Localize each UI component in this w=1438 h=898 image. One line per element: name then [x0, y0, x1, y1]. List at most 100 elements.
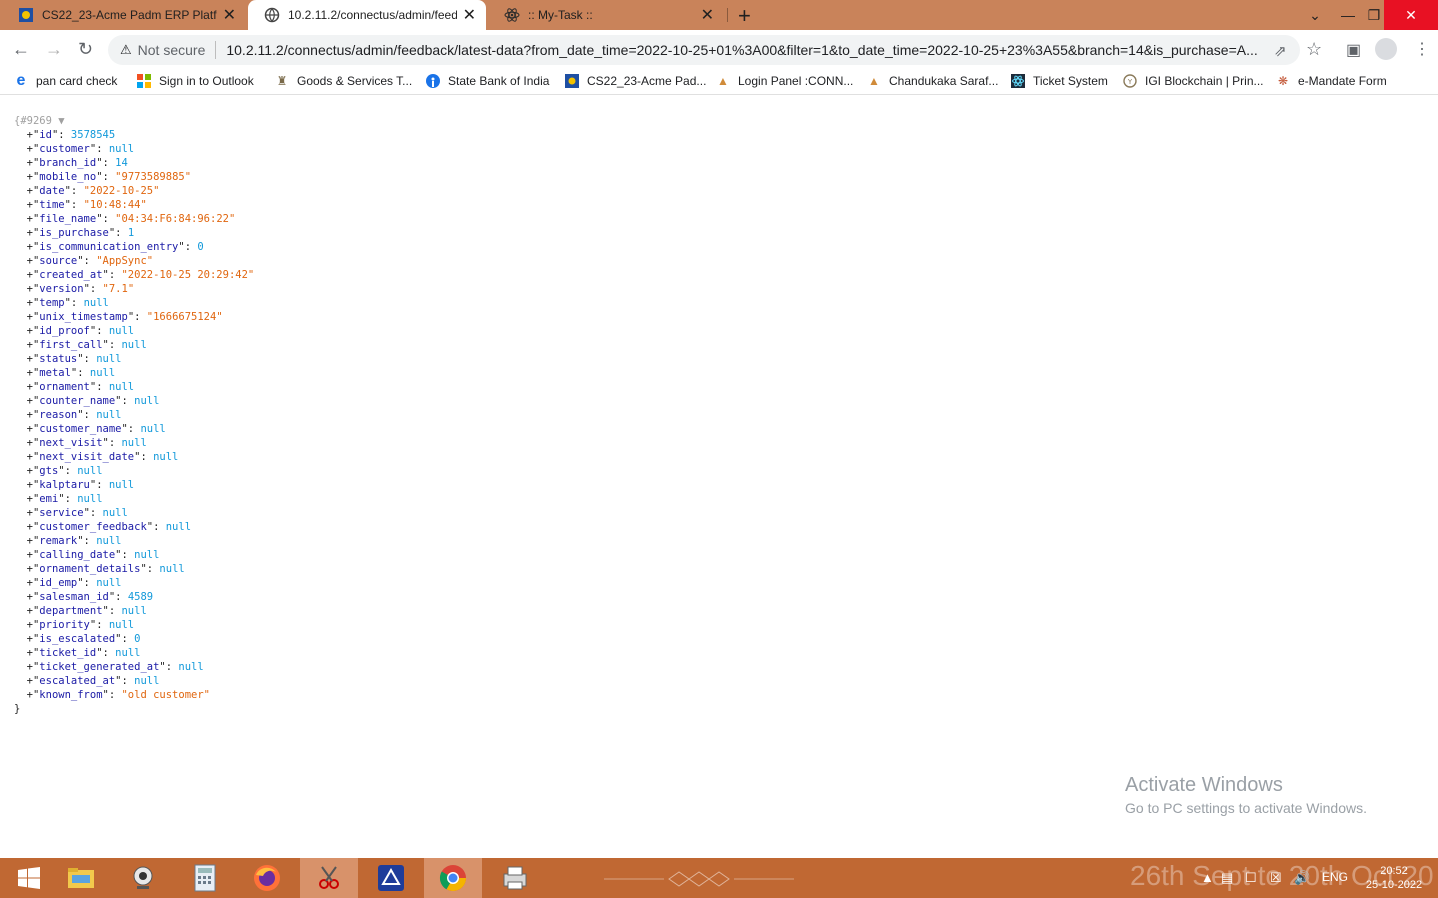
bookmark-item[interactable]: ❋ e-Mandate Form: [1276, 74, 1387, 88]
decorative-ornament-icon: [604, 871, 794, 887]
start-button[interactable]: [0, 858, 58, 898]
json-field-separator: ":: [146, 521, 166, 533]
bookmark-item[interactable]: State Bank of India: [426, 74, 549, 88]
close-icon[interactable]: ✕: [701, 5, 714, 25]
json-field-row: +"id": 3578545: [14, 128, 254, 142]
tab-feedback[interactable]: 10.2.11.2/connectus/admin/feed ✕: [248, 0, 486, 30]
json-field-prefix: +": [14, 619, 40, 631]
json-field-value: "1666675124": [146, 311, 223, 323]
bookmark-item[interactable]: CS22_23-Acme Pad...: [565, 74, 706, 88]
json-field-value: 0: [134, 633, 141, 645]
clock-date: 25-10-2022: [1365, 879, 1423, 891]
json-field-prefix: +": [14, 283, 40, 295]
bookmark-item[interactable]: e pan card check: [14, 73, 118, 89]
json-field-row: +"gts": null: [14, 464, 254, 478]
tab-search-button[interactable]: ⌄: [1300, 0, 1330, 30]
printer-taskbar[interactable]: [486, 858, 544, 898]
json-field-key: status: [39, 353, 78, 365]
battery-icon[interactable]: ☒: [1270, 870, 1282, 886]
tab-my-task[interactable]: :: My-Task :: ✕: [488, 0, 724, 30]
json-object-toggle[interactable]: {#9269 ▼: [14, 115, 65, 127]
profile-avatar[interactable]: [1375, 38, 1397, 60]
chevron-up-icon[interactable]: ▲: [1201, 870, 1214, 885]
bookmark-item[interactable]: Sign in to Outlook: [137, 74, 254, 88]
json-field-key: salesman_id: [39, 591, 109, 603]
bookmark-label: CS22_23-Acme Pad...: [587, 74, 707, 88]
json-field-separator: ":: [70, 367, 90, 379]
bookmark-item[interactable]: ▲ Chandukaka Saraf...: [867, 74, 998, 88]
back-arrow-icon[interactable]: ←: [12, 39, 30, 60]
close-icon[interactable]: ✕: [223, 5, 236, 25]
camera-taskbar[interactable]: [114, 858, 172, 898]
snipping-tool-taskbar[interactable]: [300, 858, 358, 898]
new-tab-button[interactable]: +: [738, 3, 751, 29]
json-field-separator: ":: [89, 325, 109, 337]
system-clock[interactable]: 20:52 25-10-2022: [1356, 864, 1432, 892]
json-field-value: 0: [197, 241, 204, 253]
url-text[interactable]: 10.2.11.2/connectus/admin/feedback/lates…: [226, 42, 1266, 58]
json-field-prefix: +": [14, 143, 40, 155]
json-field-row: +"created_at": "2022-10-25 20:29:42": [14, 268, 255, 282]
json-field-separator: ":: [89, 619, 109, 631]
json-field-row: +"next_visit_date": null: [14, 450, 254, 464]
json-field-key: ornament_details: [39, 563, 141, 575]
json-field-value: null: [134, 395, 160, 407]
volume-icon[interactable]: 🔊: [1294, 870, 1310, 886]
star-icon[interactable]: ☆: [1306, 39, 1322, 60]
warning-icon[interactable]: ⚠: [120, 42, 132, 58]
bookmark-item[interactable]: ♜ Goods & Services T...: [275, 74, 413, 88]
omnibox-divider: [215, 41, 217, 59]
tab-erp[interactable]: CS22_23-Acme Padm ERP Platfor ✕: [2, 0, 246, 30]
json-field-prefix: +": [14, 563, 40, 575]
menu-dots-icon[interactable]: ⋮: [1414, 39, 1430, 59]
json-field-separator: ":: [51, 129, 71, 141]
json-field-value: null: [83, 297, 109, 309]
firefox-taskbar[interactable]: [238, 858, 296, 898]
network-icon[interactable]: ▤: [1221, 870, 1233, 886]
json-field-separator: ":: [58, 493, 78, 505]
json-field-separator: ":: [134, 451, 154, 463]
bookmark-item[interactable]: Ticket System: [1011, 74, 1108, 88]
json-field-row: +"department": null: [14, 604, 254, 618]
bookmark-label: Ticket System: [1033, 74, 1108, 88]
close-icon[interactable]: ✕: [463, 5, 476, 25]
json-field-prefix: +": [14, 689, 40, 701]
json-field-prefix: +": [14, 605, 40, 617]
restore-button[interactable]: ❐: [1364, 0, 1384, 30]
json-field-separator: ":: [102, 269, 122, 281]
chrome-taskbar[interactable]: [424, 858, 482, 898]
side-panel-icon[interactable]: ▣: [1346, 40, 1361, 60]
json-field-row: +"date": "2022-10-25": [14, 184, 254, 198]
json-field-row: +"is_communication_entry": 0: [14, 240, 254, 254]
share-icon[interactable]: ⇗: [1274, 42, 1287, 60]
json-field-key: service: [39, 507, 84, 519]
address-bar[interactable]: ⚠ Not secure 10.2.11.2/connectus/admin/f…: [108, 35, 1300, 65]
json-field-row: +"ticket_id": null: [14, 646, 254, 660]
calculator-taskbar[interactable]: [176, 858, 234, 898]
json-field-separator: ":: [89, 479, 109, 491]
bookmark-item[interactable]: Y IGI Blockchain | Prin...: [1123, 74, 1264, 88]
windows-logo-icon: [18, 867, 40, 889]
file-explorer-taskbar[interactable]: [52, 858, 110, 898]
minimize-button[interactable]: —: [1336, 0, 1360, 30]
json-field-key: first_call: [39, 339, 103, 351]
json-field-separator: ":: [96, 647, 116, 659]
security-icon[interactable]: ☐: [1245, 870, 1257, 886]
language-indicator[interactable]: ENG: [1322, 870, 1348, 884]
window-close-button[interactable]: ✕: [1384, 0, 1438, 30]
app-taskbar[interactable]: [362, 858, 420, 898]
reload-icon[interactable]: ↻: [78, 39, 93, 60]
bookmark-label: State Bank of India: [448, 74, 550, 88]
json-field-value: "2022-10-25 20:29:42": [121, 269, 255, 281]
json-field-separator: ":: [115, 675, 135, 687]
json-field-prefix: +": [14, 227, 40, 239]
json-field-prefix: +": [14, 325, 40, 337]
json-field-row: +"ticket_generated_at": null: [14, 660, 254, 674]
json-field-value: null: [121, 437, 147, 449]
forward-arrow-icon[interactable]: →: [45, 39, 63, 60]
security-label[interactable]: Not secure: [138, 42, 206, 58]
json-header[interactable]: {#9269 ▼: [14, 114, 254, 128]
sbi-icon: [426, 74, 440, 88]
printer-icon: [503, 866, 527, 890]
bookmark-item[interactable]: ▲ Login Panel :CONN...: [716, 74, 853, 88]
